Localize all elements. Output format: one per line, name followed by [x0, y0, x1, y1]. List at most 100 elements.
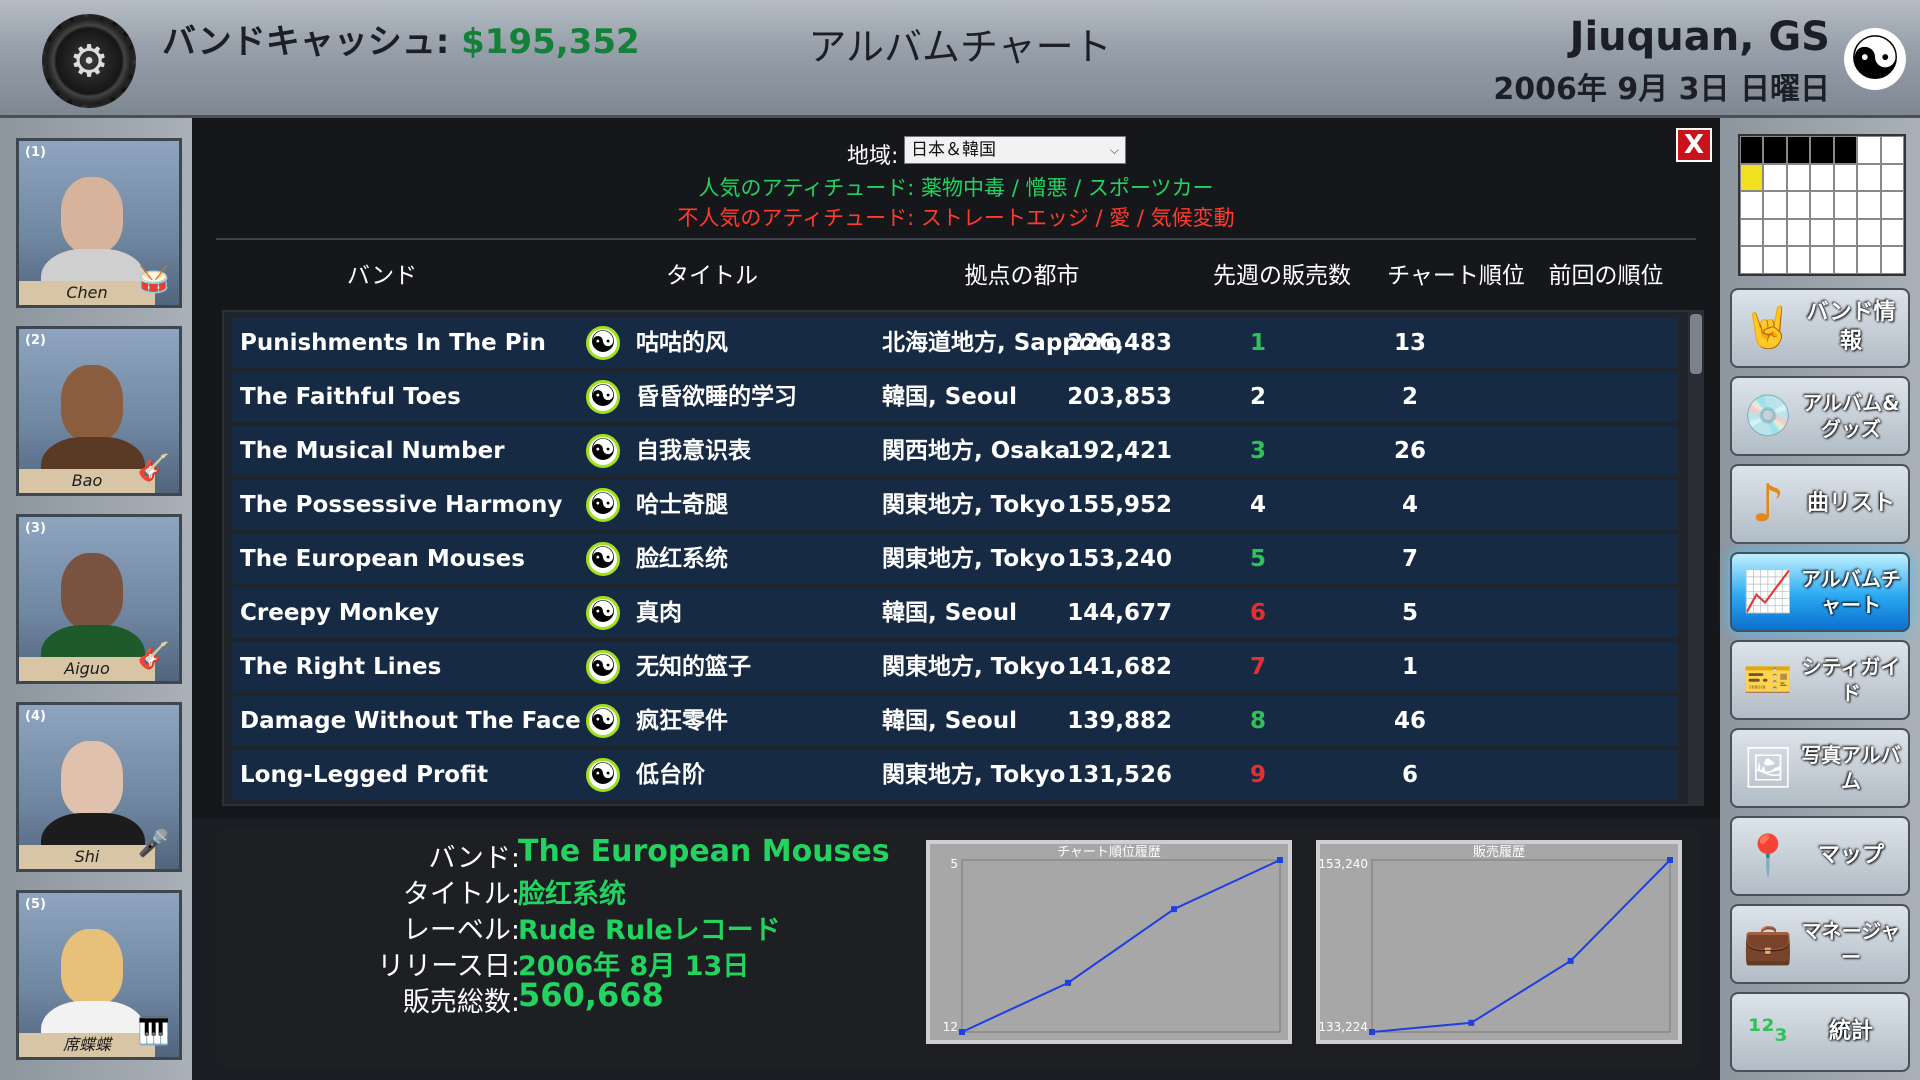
nav-button-photo[interactable]: 🖼 写真アルバム: [1730, 728, 1910, 808]
calendar-day[interactable]: [1833, 163, 1858, 192]
calendar-day[interactable]: [1880, 246, 1904, 274]
nav-button-music-note[interactable]: ♪ 曲リスト: [1730, 464, 1910, 544]
calendar-day[interactable]: [1880, 136, 1904, 164]
calendar-day[interactable]: [1833, 218, 1858, 247]
table-row[interactable]: The European Mouses 脸红系统 関東地方, Tokyo ☯ 153,2…: [232, 534, 1678, 588]
calendar-day[interactable]: [1810, 136, 1834, 164]
column-header-city[interactable]: 拠点の都市: [912, 256, 1132, 290]
calendar-day[interactable]: [1880, 163, 1904, 192]
rank-cell: 3: [1249, 438, 1266, 464]
prev-rank-cell: 7: [1401, 546, 1418, 572]
table-row[interactable]: The Musical Number 自我意识表 関西地方, Osaka ☯ 192,4…: [232, 426, 1678, 480]
chevron-down-icon: ⌵: [1109, 143, 1119, 157]
drum-icon: 🥁: [137, 265, 171, 295]
calendar-day[interactable]: [1763, 218, 1787, 247]
album-chart-panel: 地域: 日本＆韓国 ⌵ X 人気のアティチュード: 薬物中毒 / 憎悪 / スポ…: [192, 118, 1720, 818]
calendar-day[interactable]: [1810, 246, 1834, 274]
column-header-rank[interactable]: チャート順位: [1386, 256, 1526, 290]
calendar-day[interactable]: [1857, 246, 1881, 274]
table-row[interactable]: Punishments In The Pin 咕咕的风 北海道地方, Sapporo…: [232, 318, 1678, 372]
calendar-day[interactable]: [1740, 246, 1764, 274]
calendar-day[interactable]: [1857, 163, 1881, 192]
numbers-icon: ¹²₃: [1748, 1014, 1788, 1049]
table-row[interactable]: Creepy Monkey 真肉 韓国, Seoul ☯ 144,677 6 5: [232, 588, 1678, 642]
scrollbar-track[interactable]: [1688, 310, 1704, 806]
nav-button-rock-hand[interactable]: 🤘 バンド情報: [1730, 288, 1910, 368]
calendar-day[interactable]: [1786, 136, 1811, 164]
chart-table: Punishments In The Pin 咕咕的风 北海道地方, Sapporo…: [222, 310, 1692, 806]
calendar-day[interactable]: [1880, 191, 1904, 219]
band-name-cell: The Faithful Toes: [240, 384, 461, 410]
album-title-cell: 脸红系统: [636, 546, 728, 572]
rank-cell: 1: [1249, 330, 1266, 356]
close-button[interactable]: X: [1676, 128, 1712, 162]
detail-label-value: Rude Ruleレコード: [518, 915, 781, 946]
member-card[interactable]: (3) Aiguo 🎸: [16, 514, 182, 684]
nav-button-briefcase[interactable]: 💼 マネージャー: [1730, 904, 1910, 984]
chart-icon: 📈: [1743, 569, 1793, 615]
table-row[interactable]: Long-Legged Profit 低台阶 関東地方, Tokyo ☯ 131,526…: [232, 750, 1678, 804]
table-row[interactable]: The Possessive Harmony 哈士奇腿 関東地方, Tokyo ☯ 15…: [232, 480, 1678, 534]
nav-button-numbers[interactable]: ¹²₃ 統計: [1730, 992, 1910, 1072]
yinyang-icon: ☯: [586, 434, 620, 468]
calendar-day[interactable]: [1810, 163, 1834, 192]
prev-rank-cell: 6: [1401, 762, 1418, 788]
table-row[interactable]: Damage Without The Face 疯狂零件 韓国, Seoul ☯ 139…: [232, 696, 1678, 750]
column-header-title[interactable]: タイトル: [612, 256, 812, 290]
member-card[interactable]: (4) Shi 🎤: [16, 702, 182, 872]
band-name-cell: Creepy Monkey: [240, 600, 440, 626]
nav-button-cd[interactable]: 💿 アルバム&グッズ: [1730, 376, 1910, 456]
member-card[interactable]: (2) Bao 🎸: [16, 326, 182, 496]
nav-button-map-pin[interactable]: 📍 マップ: [1730, 816, 1910, 896]
rank-cell: 7: [1249, 654, 1266, 680]
calendar-day[interactable]: [1740, 191, 1764, 219]
calendar-day[interactable]: [1740, 136, 1764, 164]
band-name-cell: Punishments In The Pin: [240, 330, 546, 356]
member-card[interactable]: (5) 席蝶蝶 🎹: [16, 890, 182, 1060]
nav-label: アルバムチャート: [1801, 567, 1901, 617]
yinyang-icon: ☯: [586, 380, 620, 414]
column-header-prev-rank[interactable]: 前回の順位: [1536, 256, 1676, 290]
member-portrait: [61, 553, 123, 629]
table-row[interactable]: The Right Lines 无知的篮子 関東地方, Tokyo ☯ 141,682 7…: [232, 642, 1678, 696]
city-cell: 韓国, Seoul: [882, 384, 1017, 410]
calendar-day[interactable]: [1810, 191, 1834, 219]
calendar-day[interactable]: [1740, 218, 1764, 247]
calendar-day[interactable]: [1810, 218, 1834, 247]
column-header-sales[interactable]: 先週の販売数: [1192, 256, 1372, 290]
calendar-day[interactable]: [1833, 136, 1858, 164]
detail-total-label: 販売総数:: [402, 987, 520, 1018]
sales-cell: 141,682: [1067, 654, 1172, 680]
sales-cell: 203,853: [1067, 384, 1172, 410]
rank-cell: 4: [1249, 492, 1266, 518]
calendar-day[interactable]: [1857, 218, 1881, 247]
microphone-icon: 🎤: [137, 829, 171, 859]
calendar-day[interactable]: [1763, 136, 1787, 164]
region-dropdown[interactable]: 日本＆韓国 ⌵: [904, 136, 1126, 164]
rank-cell: 6: [1249, 600, 1266, 626]
member-card[interactable]: (1) Chen 🥁: [16, 138, 182, 308]
calendar-day[interactable]: [1763, 191, 1787, 219]
nav-button-chart[interactable]: 📈 アルバムチャート: [1730, 552, 1910, 632]
calendar-day[interactable]: [1763, 246, 1787, 274]
column-header-band[interactable]: バンド: [282, 256, 482, 290]
calendar-day[interactable]: [1763, 163, 1787, 192]
calendar-day[interactable]: [1786, 218, 1811, 247]
calendar-day[interactable]: [1786, 246, 1811, 274]
band-name-cell: The Musical Number: [240, 438, 505, 464]
calendar-day[interactable]: [1833, 246, 1858, 274]
calendar-day[interactable]: [1857, 191, 1881, 219]
scrollbar-thumb[interactable]: [1690, 314, 1702, 374]
nav-button-ticket[interactable]: 🎫 シティガイド: [1730, 640, 1910, 720]
prev-rank-cell: 26: [1393, 438, 1426, 464]
calendar-grid[interactable]: [1738, 134, 1906, 276]
calendar-day[interactable]: [1740, 163, 1764, 192]
calendar-day[interactable]: [1880, 218, 1904, 247]
member-number: (2): [25, 333, 46, 348]
calendar-day[interactable]: [1857, 136, 1881, 164]
table-row[interactable]: The Faithful Toes 昏昏欲睡的学习 韓国, Seoul ☯ 203,85…: [232, 372, 1678, 426]
data-point: [1468, 1019, 1475, 1026]
calendar-day[interactable]: [1786, 191, 1811, 219]
calendar-day[interactable]: [1786, 163, 1811, 192]
calendar-day[interactable]: [1833, 191, 1858, 219]
